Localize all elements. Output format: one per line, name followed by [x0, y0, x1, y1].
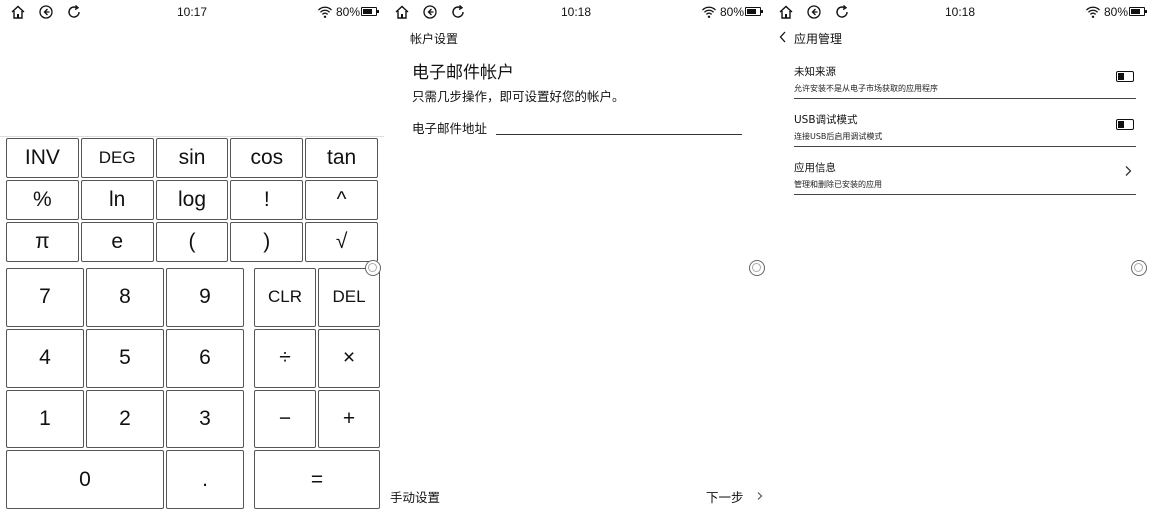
key-sin[interactable]: sin [155, 138, 229, 178]
key-sqrt[interactable]: √ [305, 222, 378, 262]
next-button[interactable]: 下一步 [706, 487, 763, 506]
key-inv[interactable]: INV [6, 138, 79, 178]
item-description: 连接USB后启用调试模式 [794, 132, 883, 141]
wifi-icon [1086, 6, 1100, 18]
wifi-icon [702, 6, 716, 18]
list-item-usb-debugging[interactable]: USB调试模式 连接USB后启用调试模式 [794, 99, 1136, 147]
item-title: 应用信息 [794, 162, 836, 174]
key-minus[interactable]: − [254, 389, 316, 449]
key-plus[interactable]: + [318, 389, 380, 449]
battery-percent: 80% [336, 5, 361, 19]
next-label: 下一步 [706, 490, 744, 505]
battery-icon [361, 7, 379, 16]
side-handle-icon[interactable] [749, 260, 765, 276]
account-heading: 电子邮件帐户 [412, 63, 514, 83]
account-subtitle: 只需几步操作，即可设置好您的帐户。 [412, 89, 625, 104]
side-handle-icon[interactable] [1131, 260, 1147, 276]
battery-icon [1129, 7, 1147, 16]
key-pi[interactable]: π [6, 222, 79, 262]
battery-percent: 80% [1104, 5, 1129, 19]
page-title: 帐户设置 [410, 32, 459, 46]
key-divide[interactable]: ÷ [254, 328, 316, 388]
usb-debugging-toggle[interactable] [1116, 119, 1134, 130]
key-del[interactable]: DEL [318, 268, 380, 327]
calculator-screen: 10:17 80% INV DEG sin cos tan % ln log !… [0, 0, 384, 512]
page-title: 应用管理 [794, 32, 843, 46]
chevron-left-icon [779, 31, 786, 43]
manual-setup-button[interactable]: 手动设置 [390, 487, 440, 506]
key-deg[interactable]: DEG [80, 138, 154, 178]
key-5[interactable]: 5 [86, 328, 164, 388]
key-9[interactable]: 9 [166, 268, 244, 327]
status-bar: 10:18 80% [384, 0, 768, 24]
chevron-right-icon [757, 492, 763, 500]
app-management-screen: 10:18 80% 应用管理 未知来源 允许安装不是从电子市场获取的应用程序 U… [768, 0, 1152, 512]
email-input[interactable] [496, 116, 742, 135]
key-7[interactable]: 7 [6, 268, 84, 327]
key-ln[interactable]: ln [80, 180, 154, 220]
key-4[interactable]: 4 [6, 328, 84, 388]
list-item-unknown-sources[interactable]: 未知来源 允许安装不是从电子市场获取的应用程序 [794, 51, 1136, 99]
key-multiply[interactable]: × [318, 328, 380, 388]
key-clr[interactable]: CLR [254, 268, 316, 327]
key-open-paren[interactable]: ( [155, 222, 229, 262]
chevron-right-icon [1125, 166, 1132, 176]
unknown-sources-toggle[interactable] [1116, 71, 1134, 82]
battery-level [747, 9, 757, 14]
status-bar: 10:18 80% [768, 0, 1152, 24]
display-divider [0, 136, 384, 137]
battery-icon [745, 7, 763, 16]
key-power[interactable]: ^ [305, 180, 378, 220]
battery-level [1131, 9, 1141, 14]
toggle-knob [1118, 121, 1124, 128]
key-2[interactable]: 2 [86, 389, 164, 449]
email-label: 电子邮件地址 [412, 121, 488, 136]
operator-keypad: CLR DEL ÷ × − + = [254, 268, 380, 509]
account-setup-screen: 10:18 80% 帐户设置 电子邮件帐户 只需几步操作，即可设置好您的帐户。 … [384, 0, 768, 512]
key-1[interactable]: 1 [6, 389, 84, 449]
item-title: USB调试模式 [794, 114, 858, 126]
key-equals[interactable]: = [254, 450, 380, 509]
key-log[interactable]: log [155, 180, 229, 220]
key-cos[interactable]: cos [230, 138, 304, 178]
battery-percent: 80% [720, 5, 745, 19]
key-close-paren[interactable]: ) [230, 222, 304, 262]
battery-level [363, 9, 373, 14]
key-factorial[interactable]: ! [230, 180, 304, 220]
side-handle-icon[interactable] [365, 260, 381, 276]
key-percent[interactable]: % [6, 180, 79, 220]
item-description: 管理和删除已安装的应用 [794, 180, 882, 189]
scientific-keypad: INV DEG sin cos tan % ln log ! ^ π e ( )… [6, 138, 378, 262]
item-description: 允许安装不是从电子市场获取的应用程序 [794, 84, 938, 93]
key-6[interactable]: 6 [166, 328, 244, 388]
key-8[interactable]: 8 [86, 268, 164, 327]
key-e[interactable]: e [80, 222, 154, 262]
number-keypad: 7 8 9 4 5 6 1 2 3 0 . [6, 268, 244, 509]
toggle-knob [1118, 73, 1124, 80]
key-3[interactable]: 3 [166, 389, 244, 449]
key-0[interactable]: 0 [6, 450, 164, 509]
status-bar: 10:17 80% [0, 0, 384, 24]
item-title: 未知来源 [794, 66, 836, 78]
key-tan[interactable]: tan [305, 138, 378, 178]
wifi-icon [318, 6, 332, 18]
list-item-app-info[interactable]: 应用信息 管理和删除已安装的应用 [794, 147, 1136, 195]
key-decimal[interactable]: . [166, 450, 244, 509]
